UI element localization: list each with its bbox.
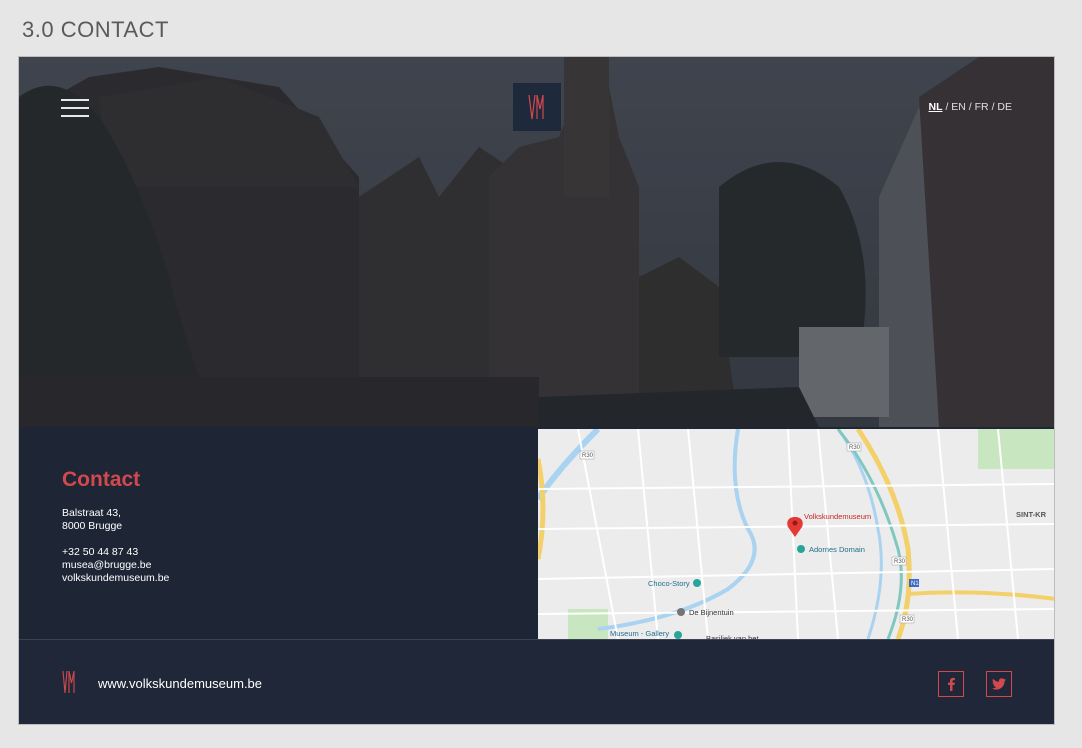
- svg-text:De Bijnentuin: De Bijnentuin: [689, 608, 734, 617]
- contact-section: Contact Balstraat 43, 8000 Brugge +32 50…: [19, 427, 537, 639]
- map-canvas: R30 R30 R30 N1 R30 Volkskundemuseum Ador…: [538, 429, 1054, 639]
- svg-text:R30: R30: [902, 617, 914, 623]
- footer-url[interactable]: www.volkskundemuseum.be: [98, 676, 262, 691]
- map-marker-label: Volkskundemuseum: [804, 512, 871, 521]
- hero-banner: NL / EN / FR / DE: [19, 57, 1054, 427]
- contact-details: Balstraat 43, 8000 Brugge +32 50 44 87 4…: [62, 507, 169, 585]
- hamburger-icon: [61, 99, 89, 101]
- svg-text:R30: R30: [582, 453, 594, 459]
- twitter-button[interactable]: [986, 671, 1012, 697]
- svg-text:R30: R30: [894, 559, 906, 565]
- phone-number[interactable]: +32 50 44 87 43: [62, 546, 169, 559]
- address-city: 8000 Brugge: [62, 520, 123, 532]
- svg-text:N1: N1: [911, 581, 919, 587]
- svg-text:Adornes Domain: Adornes Domain: [809, 545, 865, 554]
- language-switcher: NL / EN / FR / DE: [928, 101, 1012, 113]
- lang-fr[interactable]: FR: [975, 101, 989, 113]
- contact-title: Contact: [62, 468, 141, 491]
- site-footer: www.volkskundemuseum.be: [19, 639, 1054, 724]
- location-map[interactable]: R30 R30 R30 N1 R30 Volkskundemuseum Ador…: [538, 429, 1054, 639]
- address-street: Balstraat 43,: [62, 507, 121, 519]
- twitter-icon: [992, 678, 1006, 690]
- svg-text:R30: R30: [849, 445, 861, 451]
- svg-text:Choco-Story: Choco-Story: [648, 579, 690, 588]
- website-link[interactable]: volkskundemuseum.be: [62, 572, 169, 585]
- svg-text:SINT-KR: SINT-KR: [1016, 510, 1047, 519]
- page-mockup: NL / EN / FR / DE Contact Balstraat 43, …: [18, 56, 1055, 725]
- vm-logo-icon: [528, 94, 544, 120]
- lang-en[interactable]: EN: [951, 101, 966, 113]
- facebook-button[interactable]: [938, 671, 964, 697]
- lang-nl[interactable]: NL: [929, 101, 943, 113]
- facebook-icon: [948, 677, 955, 691]
- svg-text:Museum - Gallery: Museum - Gallery: [610, 629, 669, 638]
- site-logo[interactable]: [513, 83, 561, 131]
- footer-logo-icon[interactable]: [62, 670, 76, 694]
- lang-de[interactable]: DE: [997, 101, 1012, 113]
- menu-button[interactable]: [61, 99, 89, 117]
- email-link[interactable]: musea@brugge.be: [62, 559, 169, 572]
- section-heading: 3.0 CONTACT: [22, 17, 169, 42]
